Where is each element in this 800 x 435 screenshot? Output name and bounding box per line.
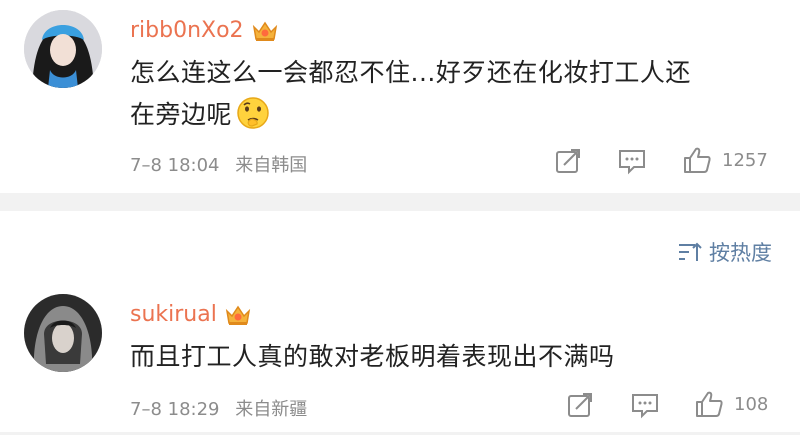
avatar[interactable] <box>24 294 102 372</box>
share-button[interactable] <box>566 391 594 419</box>
like-count: 1257 <box>722 149 768 171</box>
comment-text-line: 而且打工人真的敢对老板明着表现出不满吗 <box>130 342 615 371</box>
share-button[interactable] <box>554 147 582 175</box>
section-divider <box>0 193 800 211</box>
comment-date: 7–8 18:29 <box>130 399 220 420</box>
comment-button[interactable] <box>630 391 660 419</box>
comment-icon <box>619 150 645 175</box>
comment-text: 而且打工人真的敢对老板明着表现出不满吗 <box>130 336 770 378</box>
comment-icon <box>632 394 658 419</box>
crown-badge-icon <box>252 21 277 41</box>
avatar[interactable] <box>24 10 102 88</box>
sort-icon <box>679 242 702 261</box>
comment-text-line: 怎么连这么一会都忍不住...好歹还在化妆打工人还 <box>130 58 691 87</box>
share-icon <box>556 149 580 173</box>
comment-date: 7–8 18:04 <box>130 155 220 176</box>
crown-badge-icon <box>225 305 250 325</box>
username[interactable]: sukirual <box>130 302 251 327</box>
comment-location: 来自新疆 <box>235 399 308 420</box>
username[interactable]: ribb0nXo2 <box>130 18 278 43</box>
comment-text-line-2-text: 在旁边呢 <box>130 100 233 129</box>
thinking-face-emoji-icon <box>237 97 269 129</box>
comment-location: 来自韩国 <box>235 155 308 176</box>
comment-text: 怎么连这么一会都忍不住...好歹还在化妆打工人还 在旁边呢 <box>130 52 770 136</box>
sort-label[interactable]: 按热度 <box>709 237 772 267</box>
share-icon <box>568 393 592 417</box>
like-count: 108 <box>734 393 769 415</box>
like-button[interactable]: 108 <box>694 389 768 419</box>
thumbs-up-icon <box>696 391 723 417</box>
comment-text-line-2: 在旁边呢 <box>130 94 770 136</box>
comment-meta: 7–8 18:29 来自新疆 <box>130 395 307 421</box>
comment-meta: 7–8 18:04 来自韩国 <box>130 151 307 177</box>
comment-item: sukirual 而且打工人真的敢对老板明着表现出不满吗 7–8 18:29 来… <box>0 290 800 432</box>
username-text[interactable]: sukirual <box>130 302 217 327</box>
sort-by-hot-button[interactable]: 按热度 <box>677 237 772 267</box>
username-text[interactable]: ribb0nXo2 <box>130 18 244 43</box>
like-button[interactable]: 1257 <box>682 145 768 175</box>
comment-button[interactable] <box>617 147 647 175</box>
comment-item: ribb0nXo2 怎么连这么一会都忍不住...好歹还在化妆打工人还 在旁边呢 … <box>0 0 800 193</box>
thumbs-up-icon <box>684 147 711 173</box>
